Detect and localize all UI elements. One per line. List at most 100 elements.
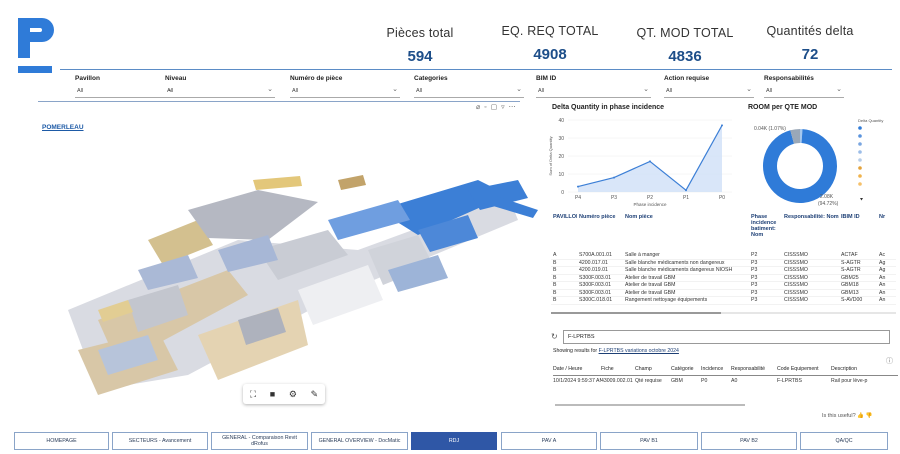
column-header[interactable]: Nr bbox=[877, 214, 896, 220]
column-header[interactable]: IBIM ID bbox=[839, 214, 877, 220]
table-cell: An bbox=[879, 274, 886, 281]
filter-select[interactable]: All ⌄ bbox=[536, 86, 651, 98]
slice-label: (94.72%) bbox=[818, 201, 839, 207]
column-header[interactable]: Responsabilité: Nom bbox=[782, 214, 839, 220]
column-header[interactable]: Incidence bbox=[701, 366, 731, 375]
table-row[interactable]: B 4200.017.01 Salle blanche médicaments no… bbox=[551, 259, 896, 267]
variations-table: Date / Heure Fiche Champ Catégorie Incid… bbox=[553, 366, 898, 386]
column-header[interactable]: Nom pièce bbox=[623, 214, 749, 220]
x-axis-label: Phase incidence bbox=[633, 202, 667, 207]
chevron-down-icon: ⌄ bbox=[746, 86, 752, 93]
brush-icon[interactable]: ✎ bbox=[311, 389, 319, 400]
table-cell: Rangement nettoyage équipements bbox=[625, 297, 708, 304]
data-point bbox=[613, 176, 615, 179]
filter-pavillon[interactable]: Pavillon All ⌄ bbox=[75, 75, 175, 98]
column-header[interactable]: Description bbox=[831, 366, 881, 375]
filter-action-requise[interactable]: Action requise All ⌄ bbox=[664, 75, 754, 98]
bim-3d-viewer[interactable] bbox=[38, 120, 544, 415]
table-cell: Ac bbox=[879, 252, 886, 259]
filter-select[interactable]: All ⌄ bbox=[764, 86, 844, 98]
info-icon[interactable]: ⓘ bbox=[886, 356, 893, 366]
nav-button[interactable]: PAV B1 bbox=[600, 432, 698, 450]
nav-button[interactable]: PAV A bbox=[501, 432, 597, 450]
chevron-down-icon: ⌄ bbox=[267, 86, 273, 93]
table-row[interactable]: 10/1/2024 9:59:37 AM 43009.002.01 Qté requ… bbox=[553, 376, 898, 386]
horizontal-scrollbar[interactable] bbox=[551, 312, 896, 314]
kpi-value: 594 bbox=[407, 48, 433, 65]
nav-button[interactable]: QA/QC bbox=[800, 432, 888, 450]
filter-select[interactable]: All ⌄ bbox=[165, 86, 275, 98]
filter-bim-id[interactable]: BIM ID All ⌄ bbox=[536, 75, 651, 98]
table-cell: ACTAF bbox=[841, 252, 858, 259]
refresh-icon[interactable]: ↻ bbox=[551, 332, 558, 341]
donut-chart[interactable]: 0.04K (1.07%) 2.08K(94.72%) Delta Quantity bbox=[748, 114, 898, 212]
legend-marker bbox=[858, 182, 862, 186]
table-cell: GBM18 bbox=[841, 282, 859, 289]
visual-header-icons[interactable]: ⌀ ◦ ▢ ▿ ⋯ bbox=[476, 103, 517, 111]
table-row[interactable]: B S300C.018.01 Rangement nettoyage équipem… bbox=[551, 297, 896, 305]
x-tick-label: P4 bbox=[575, 195, 581, 201]
filter-select[interactable]: All ⌄ bbox=[75, 86, 175, 98]
column-header[interactable]: Numéro pièce bbox=[577, 214, 623, 220]
filter-select[interactable]: All ⌄ bbox=[290, 86, 400, 98]
slice-label: 2.08K bbox=[820, 194, 834, 200]
table-cell: GBM bbox=[671, 378, 683, 384]
table-header: PAVILLON Numéro pièce Nom pièce Phase in… bbox=[551, 214, 896, 252]
thumbs-up-icon[interactable]: 👍 bbox=[857, 413, 864, 419]
pie-slice bbox=[763, 129, 837, 203]
table-cell: F-LPRTBS bbox=[777, 378, 802, 384]
table-row[interactable]: B 4200.019.01 Salle blanche médicaments da… bbox=[551, 267, 896, 275]
gear-icon[interactable]: ⚙ bbox=[289, 389, 297, 400]
data-point bbox=[577, 185, 579, 188]
nav-button[interactable]: HOMEPAGE bbox=[14, 432, 109, 450]
line-chart[interactable]: 0 10 20 30 40 P4 P3 P2 P1 P0 Phase incidence Sum of… bbox=[548, 114, 738, 212]
table-row[interactable]: A S700A.001.01 Salle à manger P2 CISSSMO ACTA… bbox=[551, 252, 896, 260]
filter-label: Pavillon bbox=[75, 75, 100, 82]
filter-value: All bbox=[167, 88, 174, 94]
column-header[interactable]: Responsabilité bbox=[731, 366, 777, 375]
table-cell: B bbox=[553, 274, 557, 281]
legend-marker bbox=[858, 158, 862, 162]
filter-select[interactable]: All ⌄ bbox=[414, 86, 524, 98]
horizontal-scrollbar[interactable] bbox=[555, 404, 745, 406]
building-model-render[interactable] bbox=[38, 120, 544, 415]
column-header[interactable]: Phase incidence batiment: Nom bbox=[749, 214, 782, 238]
column-header[interactable]: Code Équipement bbox=[777, 366, 831, 375]
table-cell: Ag bbox=[879, 259, 886, 266]
fullscreen-icon[interactable]: ⛶ bbox=[250, 389, 256, 400]
filter-label: Action requise bbox=[664, 75, 710, 82]
filter-select[interactable]: All ⌄ bbox=[664, 86, 754, 98]
nav-button[interactable]: SECTEURS - Avancement bbox=[112, 432, 208, 450]
nav-button[interactable]: PAV B2 bbox=[701, 432, 797, 450]
filter-numero-piece[interactable]: Numéro de pièce All ⌄ bbox=[290, 75, 400, 98]
table-cell: GBM25 bbox=[841, 274, 859, 281]
nav-button[interactable]: GENERAL - Comparaison Revit dRofus bbox=[211, 432, 308, 450]
search-caption: Showing results for F-LPRTBS variations … bbox=[553, 348, 679, 354]
brand-label[interactable]: POMERLEAU bbox=[42, 124, 84, 131]
column-header[interactable]: Fiche bbox=[601, 366, 635, 375]
caption-link[interactable]: F-LPRTBS variations octobre 2024 bbox=[599, 348, 679, 354]
y-tick-label: 30 bbox=[558, 136, 564, 142]
table-row[interactable]: B S300F.003.01 Atelier de travail GBM P3 CIS… bbox=[551, 289, 896, 297]
table-cell: 4200.019.01 bbox=[579, 267, 608, 274]
camera-icon[interactable]: ■ bbox=[270, 389, 275, 399]
table-row[interactable]: B S300F.003.01 Atelier de travail GBM P3 CIS… bbox=[551, 282, 896, 290]
thumbs-down-icon[interactable]: 👎 bbox=[866, 413, 873, 419]
table-body: 10/1/2024 9:59:37 AM 43009.002.01 Qté requ… bbox=[553, 376, 898, 386]
table-row[interactable]: B S300F.003.01 Atelier de travail GBM P3 CIS… bbox=[551, 274, 896, 282]
column-header[interactable]: Date / Heure bbox=[553, 366, 601, 375]
kpi-label: Quantités delta bbox=[766, 24, 854, 38]
nav-button[interactable]: RDJ bbox=[411, 432, 497, 450]
y-axis-label: Sum of Delta Quantity bbox=[548, 136, 553, 175]
column-header[interactable]: Catégorie bbox=[671, 366, 701, 375]
filter-responsabilites[interactable]: Responsabilités All ⌄ bbox=[764, 75, 844, 98]
kpi-value: 4836 bbox=[668, 48, 702, 65]
column-header[interactable]: PAVILLON bbox=[551, 214, 577, 220]
nav-button[interactable]: GENERAL OVERVIEW - DocMatic bbox=[311, 432, 408, 450]
table-cell: An bbox=[879, 289, 886, 296]
filter-categories[interactable]: Categories All ⌄ bbox=[414, 75, 524, 98]
column-header[interactable]: Champ bbox=[635, 366, 671, 375]
table-cell: P3 bbox=[751, 267, 758, 274]
filter-niveau[interactable]: Niveau All ⌄ bbox=[165, 75, 275, 98]
search-input[interactable]: F-LPRTBS bbox=[563, 330, 890, 344]
